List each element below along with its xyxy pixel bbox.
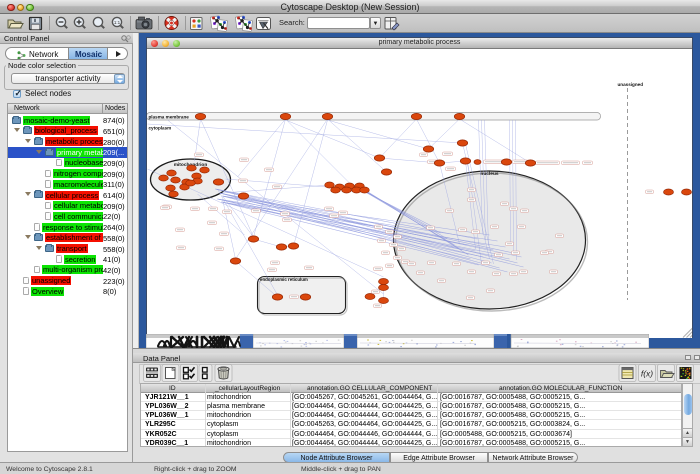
svg-text:unassigned: unassigned bbox=[618, 82, 644, 87]
svg-text:endoplasmic reticulum: endoplasmic reticulum bbox=[260, 277, 308, 282]
svg-text:1:1: 1:1 bbox=[114, 20, 121, 25]
svg-text:plasma membrane: plasma membrane bbox=[149, 114, 190, 119]
svg-text:cytoplasm: cytoplasm bbox=[149, 125, 172, 130]
svg-text:f(x): f(x) bbox=[641, 369, 653, 379]
